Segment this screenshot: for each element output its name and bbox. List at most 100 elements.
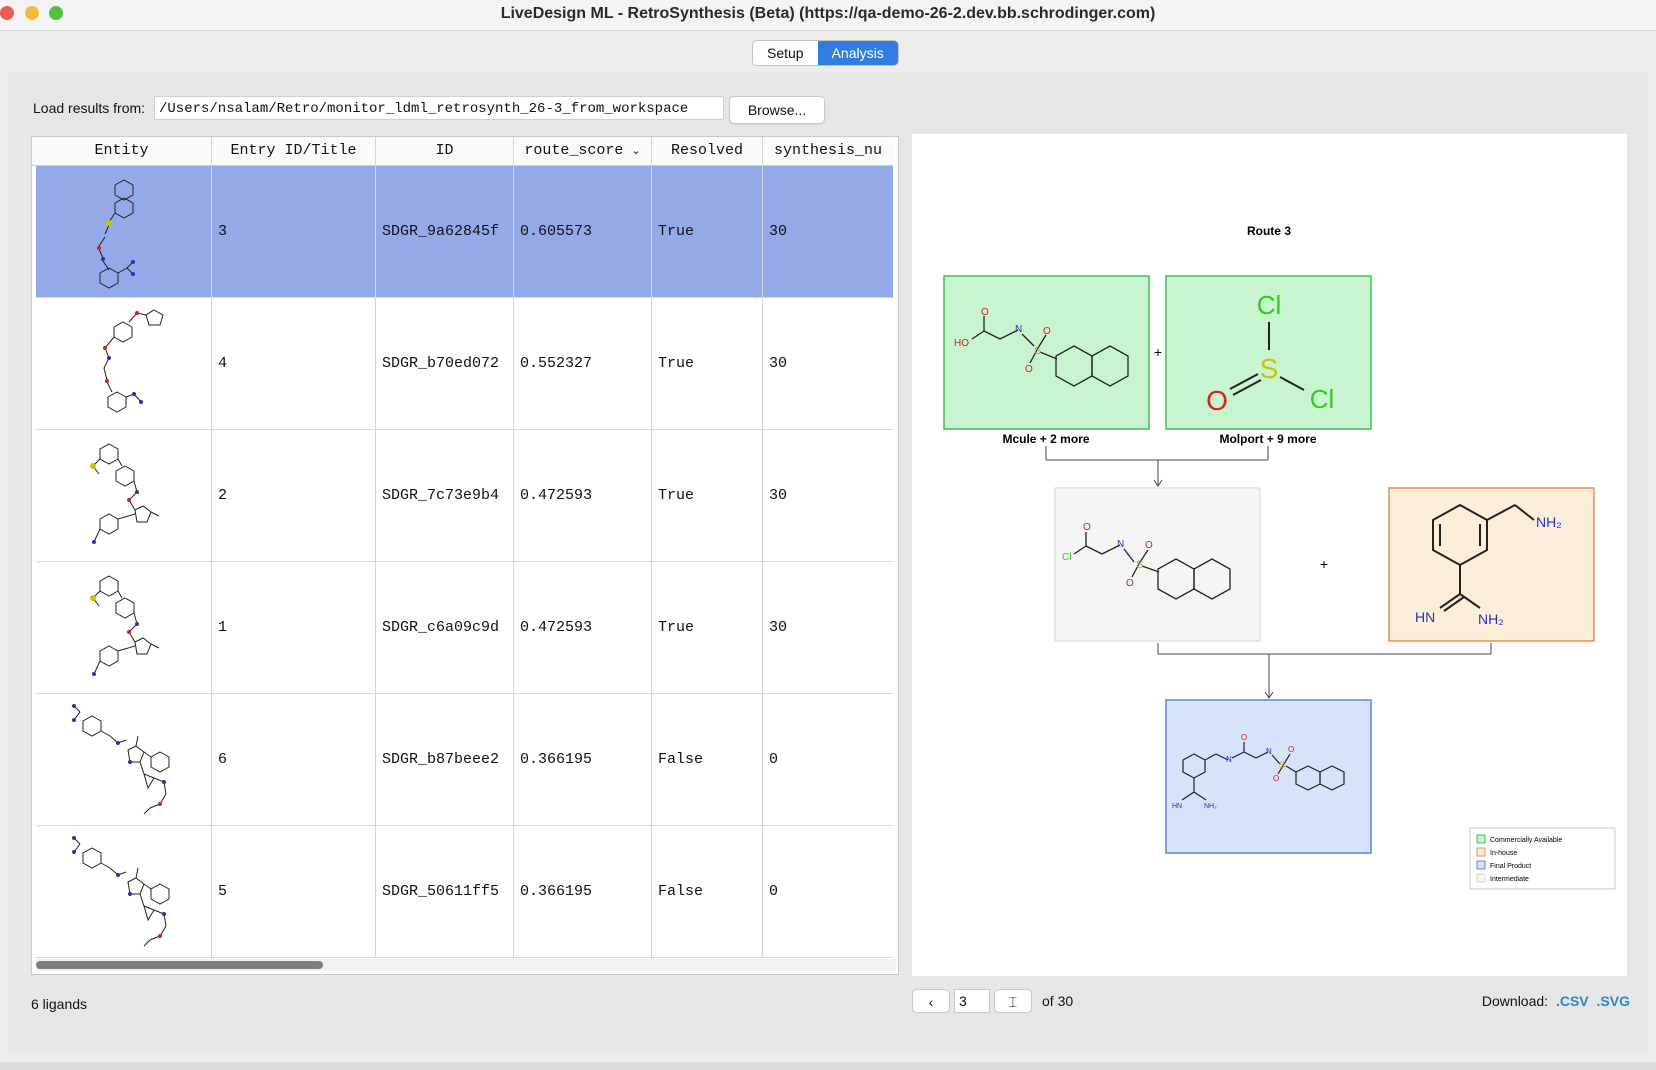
entry-cell: 4 <box>212 298 376 429</box>
tab-analysis[interactable]: Analysis <box>817 41 898 65</box>
table-body: 3 SDGR_9a62845f 0.605573 True 30 4 SDGR_… <box>36 166 893 958</box>
legend-label: In-house <box>1490 850 1517 857</box>
molecule-structure-image <box>102 308 164 413</box>
resolved-cell: False <box>652 826 763 957</box>
previous-route-button[interactable]: ‹ <box>912 989 950 1013</box>
download-svg-link[interactable]: .SVG <box>1597 993 1630 1009</box>
download-label: Download: <box>1481 993 1549 1009</box>
molecule-structure-image <box>71 835 169 946</box>
atom-label: Cl <box>1062 552 1071 563</box>
window-bottom-edge <box>0 1062 1656 1070</box>
column-label: Resolved <box>670 142 743 159</box>
table-row[interactable]: 6 SDGR_b87beee2 0.366195 False 0 <box>36 694 893 826</box>
column-header-resolved[interactable]: Resolved <box>652 137 763 165</box>
id-cell: SDGR_7c73e9b4 <box>376 430 514 561</box>
atom-label: HN <box>1172 803 1182 810</box>
atom-label: O <box>1273 774 1279 783</box>
window-title: LiveDesign ML - RetroSynthesis (Beta) (h… <box>500 5 1156 22</box>
id-cell: SDGR_50611ff5 <box>376 826 514 957</box>
download-links: Download: .CSV .SVG <box>1482 993 1630 1009</box>
atom-label: O <box>1083 522 1091 533</box>
table-row[interactable]: 3 SDGR_9a62845f 0.605573 True 30 <box>36 166 893 298</box>
entry-cell: 1 <box>212 562 376 693</box>
atom-label: Cl <box>1257 290 1282 320</box>
table-row[interactable]: 4 SDGR_b70ed072 0.552327 True 30 <box>36 298 893 430</box>
resolved-cell: True <box>652 298 763 429</box>
route-legend: Commercially Available In-house Final Pr… <box>1469 827 1616 890</box>
id-cell: SDGR_b87beee2 <box>376 694 514 825</box>
synthesis-cell: 30 <box>769 619 788 636</box>
atom-label: O <box>1043 326 1051 337</box>
atom-label: NH₂ <box>1478 611 1504 627</box>
view-tabs: Setup Analysis <box>752 40 899 66</box>
route-preview-panel: Route 3 HO O N S O O + Cl S O Cl Mcule +… <box>912 134 1627 976</box>
next-route-button[interactable]: ⌶ <box>994 989 1032 1013</box>
legend-swatch-inhouse <box>1476 847 1486 857</box>
atom-label: O <box>1241 733 1247 742</box>
atom-label: O <box>1145 540 1153 551</box>
entry-cell: 6 <box>212 694 376 825</box>
atom-label: N <box>1015 324 1022 335</box>
molecule-structure-image <box>89 574 159 676</box>
entity-cell <box>36 166 212 297</box>
legend-swatch-final <box>1476 860 1486 870</box>
table-row[interactable]: 1 SDGR_c6a09c9d 0.472593 True 30 <box>36 562 893 694</box>
column-header-route-score[interactable]: route_score ⌄ <box>514 137 652 165</box>
legend-label: Intermediate <box>1490 876 1529 883</box>
atom-label: S <box>1260 353 1279 384</box>
synthesis-cell: 30 <box>769 223 788 240</box>
atom-label: S <box>1279 760 1285 770</box>
route-diagram: Route 3 HO O N S O O + Cl S O Cl Mcule +… <box>943 224 1616 890</box>
route-score-cell: 0.472593 <box>514 430 652 561</box>
results-path-field[interactable]: /Users/nsalam/Retro/monitor_ldml_retrosy… <box>154 96 724 120</box>
synthesis-cell: 30 <box>769 355 788 372</box>
column-label: route_score <box>524 142 624 159</box>
plus-sign: + <box>1154 344 1162 360</box>
atom-label: NH₂ <box>1536 514 1562 530</box>
scrollbar-thumb[interactable] <box>36 961 323 969</box>
atom-label: S <box>1034 345 1041 357</box>
synthesis-cell: 30 <box>769 487 788 504</box>
table-row[interactable]: 2 SDGR_7c73e9b4 0.472593 True 30 <box>36 430 893 562</box>
plus-sign: + <box>1320 556 1328 572</box>
molecule-structure-image <box>71 703 169 814</box>
atom-label: O <box>981 307 989 318</box>
atom-label: N <box>1117 539 1124 550</box>
horizontal-scrollbar[interactable] <box>36 959 896 971</box>
column-header-synthesis[interactable]: synthesis_nu <box>763 137 893 165</box>
route-title: Route 3 <box>1247 224 1291 238</box>
route-score-cell: 0.472593 <box>514 562 652 693</box>
chevron-left-icon: ‹ <box>928 994 934 1010</box>
route-number-input[interactable]: 3 <box>954 989 990 1013</box>
atom-label: Cl <box>1310 384 1335 414</box>
route-connector <box>1157 643 1492 699</box>
column-label: Entry ID/Title <box>230 142 357 159</box>
id-cell: SDGR_9a62845f <box>376 166 514 297</box>
browse-button[interactable]: Browse... <box>729 96 825 124</box>
entity-cell <box>36 826 212 957</box>
intermediate-card[interactable] <box>1054 487 1261 642</box>
results-table: Entity Entry ID/Title ID route_score ⌄ Re… <box>31 136 899 975</box>
column-label: synthesis_nu <box>773 142 883 159</box>
route-score-cell: 0.366195 <box>514 694 652 825</box>
download-csv-link[interactable]: .CSV <box>1556 993 1589 1009</box>
route-connector <box>1045 446 1269 487</box>
source-label-1: Mcule + 2 more <box>1002 432 1089 446</box>
atom-label: O <box>1126 578 1134 589</box>
route-score-cell: 0.552327 <box>514 298 652 429</box>
atom-label: O <box>1288 745 1294 754</box>
column-header-id[interactable]: ID <box>376 137 514 165</box>
precursor-card-1[interactable] <box>943 275 1150 430</box>
column-header-entry-title[interactable]: Entry ID/Title <box>212 137 376 165</box>
entry-cell: 3 <box>212 166 376 297</box>
column-label: Entity <box>94 142 149 159</box>
molecule-structure-image <box>96 178 135 289</box>
entity-cell <box>36 430 212 561</box>
resolved-cell: True <box>652 430 763 561</box>
table-row[interactable]: 5 SDGR_50611ff5 0.366195 False 0 <box>36 826 893 958</box>
tab-setup[interactable]: Setup <box>753 41 818 65</box>
atom-label: HO <box>954 338 969 349</box>
column-header-entity[interactable]: Entity <box>32 137 212 165</box>
ligand-count: 6 ligands <box>31 996 88 1012</box>
synthesis-cell: 0 <box>769 883 779 900</box>
